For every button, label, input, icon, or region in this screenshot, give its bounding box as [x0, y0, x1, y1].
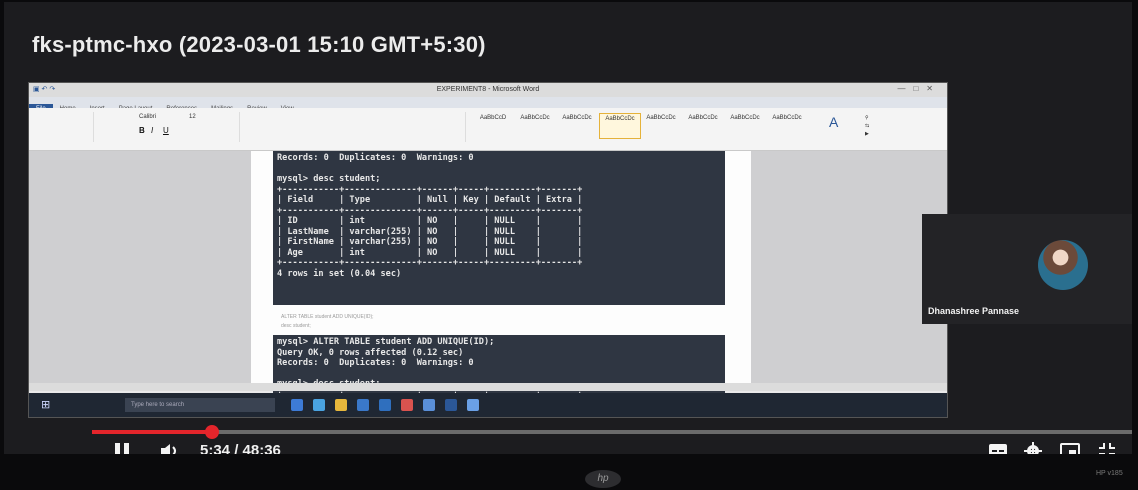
- scrubber-handle[interactable]: [204, 425, 219, 439]
- progress-fill: [92, 430, 212, 434]
- doc-text-desc: desc student;: [281, 323, 311, 329]
- style-heading-1: AaBbCcDc: [688, 115, 718, 121]
- italic-icon: I: [151, 126, 154, 135]
- ribbon-tabs: FileHomeInsertPage LayoutReferencesMaili…: [29, 97, 947, 114]
- font-name: Calibri: [139, 114, 157, 120]
- taskview-icon: [291, 399, 303, 411]
- volume-icon: [161, 444, 176, 454]
- windows-start-icon: ⊞: [41, 399, 51, 411]
- time-display: 5:34 / 48:36: [200, 442, 281, 454]
- app-icon: [423, 399, 435, 411]
- subtitles-button[interactable]: [988, 443, 1008, 454]
- style-list-paragraph: AaBbCcDc: [520, 115, 550, 121]
- file-explorer-icon: [335, 399, 347, 411]
- clipboard-group: [33, 112, 94, 142]
- font-group: Calibri 12 B I U: [99, 112, 240, 142]
- fullscreen-button[interactable]: [1098, 442, 1116, 454]
- volume-button[interactable]: [160, 442, 182, 454]
- style-normal: AaBbCcD: [479, 115, 507, 121]
- hp-logo: hp: [585, 470, 621, 488]
- settings-icon: [1024, 442, 1042, 454]
- monitor-model-label: HP v185: [1096, 470, 1123, 477]
- mysql-output-desc: Records: 0 Duplicates: 0 Warnings: 0 mys…: [273, 151, 725, 305]
- participant-tile[interactable]: Dhanashree Pannase: [922, 214, 1132, 324]
- monitor-bezel: fks-ptmc-hxo (2023-03-01 15:10 GMT+5:30)…: [0, 0, 1138, 490]
- participant-name: Dhanashree Pannase: [928, 306, 1020, 316]
- edge-icon: [313, 399, 325, 411]
- participant-avatar: [1038, 240, 1088, 290]
- app-icon-2: [467, 399, 479, 411]
- document-page: Records: 0 Duplicates: 0 Warnings: 0 mys…: [251, 151, 751, 399]
- window-controls: —□✕: [897, 84, 941, 93]
- meeting-title: fks-ptmc-hxo (2023-03-01 15:10 GMT+5:30): [32, 32, 486, 57]
- windows-taskbar: ⊞ Type here to search: [29, 393, 947, 417]
- video-player[interactable]: fks-ptmc-hxo (2023-03-01 15:10 GMT+5:30)…: [4, 2, 1132, 454]
- ribbon: Calibri 12 B I U AaBbCcD AaBbCcDc AaBbCc…: [29, 108, 947, 151]
- style-no-spacing: AaBbCcDc: [562, 115, 592, 121]
- editing-group: ⚲ ⇆ ▶: [865, 115, 870, 137]
- taskbar-search: Type here to search: [125, 398, 275, 412]
- settings-button[interactable]: [1024, 442, 1042, 454]
- style-title: AaBbCcDc: [730, 115, 760, 121]
- word-status-bar: [29, 383, 947, 391]
- style-table-paragraph: AaBbCcDc: [646, 115, 676, 121]
- font-size: 12: [189, 114, 196, 120]
- bold-icon: B: [139, 126, 145, 135]
- word-window-title: EXPERIMENT8 - Microsoft Word: [436, 86, 540, 93]
- subtitles-icon: [989, 444, 1007, 454]
- pause-button[interactable]: [114, 442, 130, 454]
- miniplayer-icon: [1060, 443, 1080, 454]
- pause-icon: [115, 443, 129, 454]
- document-area: Records: 0 Duplicates: 0 Warnings: 0 mys…: [29, 151, 947, 399]
- change-styles-icon: A: [829, 114, 839, 130]
- progress-bar[interactable]: [92, 425, 1132, 439]
- miniplayer-button[interactable]: [1060, 443, 1080, 454]
- style-heading-selected: AaBbCcDc: [599, 113, 641, 139]
- doc-text-alter: ALTER TABLE student ADD UNIQUE(ID);: [281, 314, 374, 320]
- word-title-bar: ▣ ↶ ↷ EXPERIMENT8 - Microsoft Word —□✕: [29, 83, 947, 97]
- word-taskbar-icon: [445, 399, 457, 411]
- style-subtitle: AaBbCcDc: [772, 115, 802, 121]
- mail-icon: [357, 399, 369, 411]
- store-icon: [379, 399, 391, 411]
- shared-word-window: ▣ ↶ ↷ EXPERIMENT8 - Microsoft Word —□✕ F…: [28, 82, 948, 418]
- fullscreen-icon: [1099, 443, 1115, 454]
- underline-icon: U: [163, 126, 169, 135]
- paragraph-group: [245, 112, 466, 142]
- chrome-icon: [401, 399, 413, 411]
